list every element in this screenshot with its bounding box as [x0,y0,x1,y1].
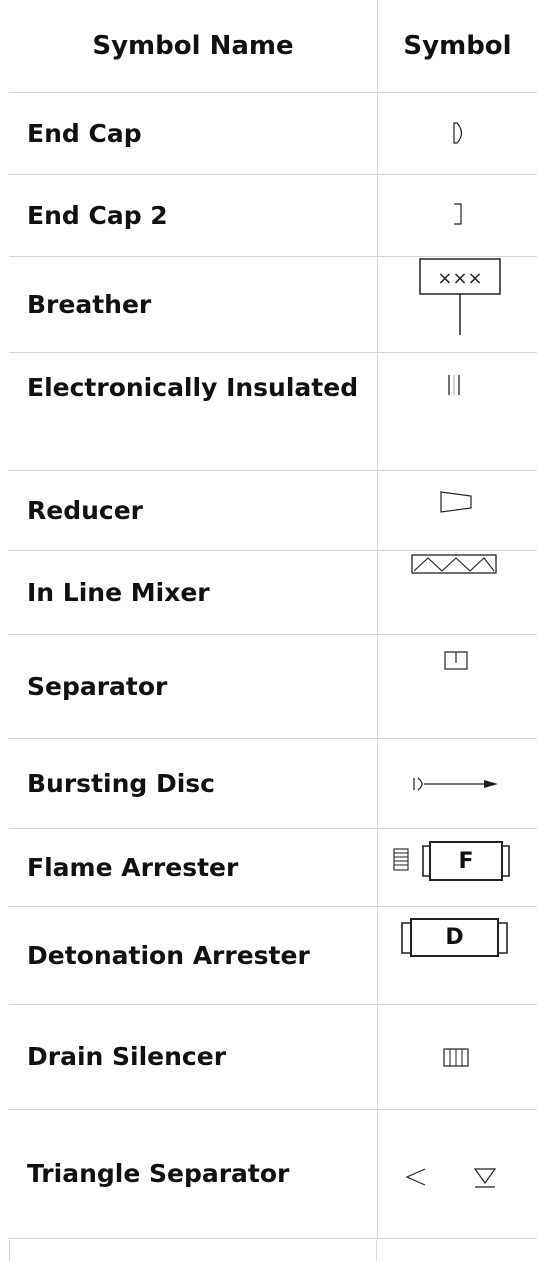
flame-arrester-letter: F [458,848,474,874]
row-symbol [377,1110,537,1238]
row-symbol [377,353,537,470]
bursting-disc-icon [413,777,498,791]
end-cap-2-icon [454,203,462,225]
row-symbol [377,551,537,634]
row-symbol [377,93,537,174]
header-symbol-name: Symbol Name [92,31,294,61]
symbol-table: Symbol Name Symbol End Cap End Cap 2 Bre… [9,0,537,1239]
detonation-arrester-letter: D [445,925,464,950]
svg-text:×××: ××× [437,268,482,289]
row-symbol: D [377,907,537,1004]
table-row: Drain Silencer [9,1005,537,1110]
row-symbol [377,175,537,256]
column-divider-tail [376,1240,377,1261]
row-name: Breather [27,289,152,319]
table-row: End Cap [9,93,537,175]
table-row: Separator [9,635,537,739]
end-cap-icon [453,122,463,144]
row-name: Detonation Arrester [27,940,310,970]
row-name: Electronically Insulated [27,373,359,402]
row-name: Drain Silencer [27,1042,227,1071]
row-name: Separator [27,671,168,701]
header-symbol: Symbol [377,0,537,92]
table-row: Bursting Disc [9,739,537,829]
triangle-separator-icon [405,1168,497,1188]
separator-icon [444,651,468,670]
row-name: End Cap 2 [27,200,168,230]
table-row: End Cap 2 [9,175,537,257]
table-row: Reducer [9,471,537,551]
row-symbol: F [377,829,537,906]
row-symbol [377,739,537,828]
table-header-row: Symbol Name Symbol [9,0,537,93]
table-row: Triangle Separator [9,1110,537,1239]
table-left-border-tail [9,1240,10,1261]
row-name: Reducer [27,495,144,525]
row-symbol [377,1005,537,1109]
breather-icon: ××× [419,258,501,335]
table-row: Detonation Arrester D [9,907,537,1005]
in-line-mixer-icon [411,554,497,574]
row-name: Bursting Disc [27,768,216,798]
reducer-icon [440,491,472,513]
row-name: Flame Arrester [27,852,239,882]
table-row: Breather ××× [9,257,537,353]
row-symbol [377,635,537,738]
drain-silencer-icon [443,1048,469,1067]
table-row: Flame Arrester F [9,829,537,907]
row-name: Triangle Separator [27,1159,290,1188]
row-symbol [377,471,537,550]
row-symbol: ××× [377,257,537,352]
row-name: In Line Mixer [27,577,210,607]
electronically-insulated-icon [448,375,460,395]
row-name: End Cap [27,118,142,148]
table-row: In Line Mixer [9,551,537,635]
table-row: Electronically Insulated [9,353,537,471]
